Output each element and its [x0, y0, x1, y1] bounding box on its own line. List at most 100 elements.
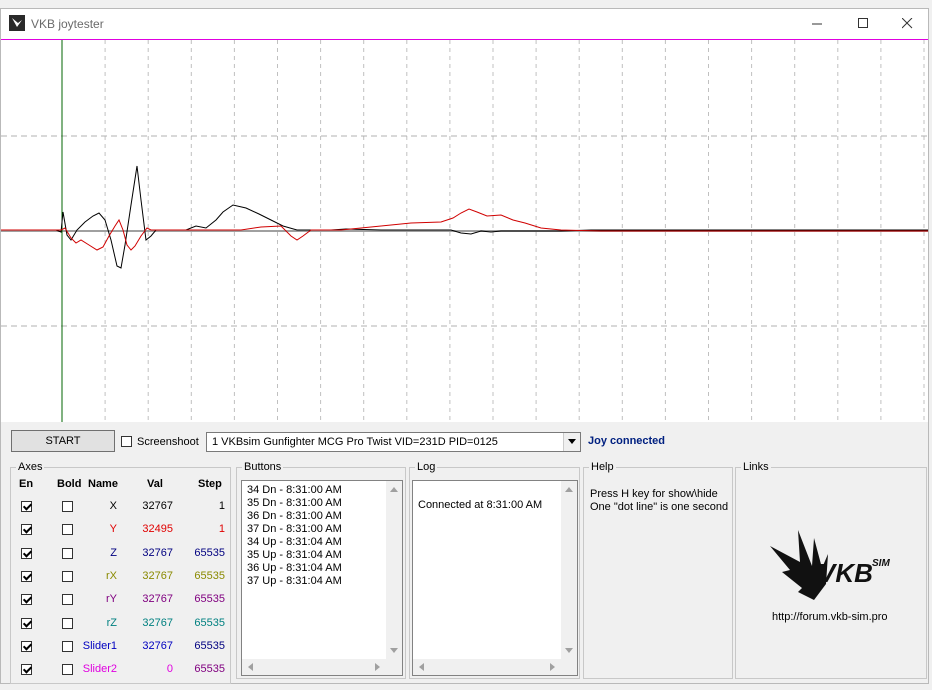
- connection-status: Joy connected: [588, 435, 666, 447]
- axis-row-rz: rZ 32767 65535: [11, 613, 231, 635]
- axis-step: 1: [218, 500, 225, 512]
- buttons-group: Buttons 34 Dn - 8:31:00 AM 35 Dn - 8:31:0…: [236, 461, 406, 679]
- header-step: Step: [198, 478, 222, 490]
- axis-name: Y: [109, 523, 117, 536]
- axis-name: rY: [106, 593, 117, 606]
- close-icon: [902, 18, 913, 29]
- help-line-1: Press H key for show\hide: [590, 488, 718, 500]
- header-name: Name: [88, 478, 118, 490]
- axis-bold-checkbox[interactable]: [62, 664, 73, 676]
- log-group-title: Log: [415, 461, 438, 473]
- buttons-group-title: Buttons: [242, 461, 284, 473]
- axis-enable-checkbox[interactable]: [21, 664, 32, 676]
- window-title: VKB joytester: [31, 17, 104, 31]
- scroll-up-icon[interactable]: [390, 487, 398, 492]
- forum-link[interactable]: http://forum.vkb-sim.pro: [772, 611, 888, 623]
- buttons-list[interactable]: 34 Dn - 8:31:00 AM 35 Dn - 8:31:00 AM 36 D…: [241, 480, 403, 676]
- axis-value: 32767: [142, 639, 173, 652]
- axis-bold-checkbox[interactable]: [62, 617, 73, 629]
- list-item: Connected at 8:31:00 AM: [418, 499, 543, 511]
- app-window: VKB joytester START Screenshoot 1 VKBsim…: [0, 8, 929, 684]
- axis-step: 65535: [194, 639, 225, 652]
- header-val: Val: [147, 478, 163, 490]
- axis-value: 32767: [142, 546, 173, 559]
- axis-bold-checkbox[interactable]: [62, 570, 73, 582]
- axis-name: Slider2: [82, 663, 117, 676]
- log-vscroll[interactable]: [561, 481, 577, 659]
- scroll-right-icon[interactable]: [375, 663, 380, 671]
- list-item: 36 Up - 8:31:04 AM: [247, 562, 342, 574]
- axis-enable-checkbox[interactable]: [21, 524, 32, 536]
- axis-name: rX: [106, 569, 117, 582]
- axis-enable-checkbox[interactable]: [21, 570, 32, 582]
- axis-step: 65535: [194, 616, 225, 629]
- vkb-bird-app-icon: [9, 15, 25, 31]
- screenshot-checkbox[interactable]: [121, 436, 132, 447]
- maximize-button[interactable]: [840, 9, 886, 39]
- axis-value: 32767: [142, 616, 173, 629]
- axis-step: 1: [218, 523, 225, 536]
- list-item: 34 Dn - 8:31:00 AM: [247, 484, 342, 496]
- axis-row-z: Z 32767 65535: [11, 543, 231, 565]
- logo-text: VKB: [818, 558, 873, 588]
- control-panel: START Screenshoot 1 VKBsim Gunfighter MC…: [1, 422, 928, 684]
- axis-row-x: X 32767 1: [11, 496, 231, 518]
- scroll-down-icon[interactable]: [565, 648, 573, 653]
- list-item: 35 Dn - 8:31:00 AM: [247, 497, 342, 509]
- axis-enable-checkbox[interactable]: [21, 617, 32, 629]
- axis-name: Slider1: [82, 639, 117, 652]
- minimize-button[interactable]: [794, 9, 840, 39]
- axis-step: 65535: [194, 569, 225, 582]
- axis-value: 32767: [142, 569, 173, 582]
- scroll-left-icon[interactable]: [419, 663, 424, 671]
- axis-bold-checkbox[interactable]: [62, 501, 73, 512]
- minimize-icon: [812, 23, 822, 25]
- axes-group-title: Axes: [16, 461, 45, 473]
- axis-bold-checkbox[interactable]: [62, 640, 73, 652]
- maximize-icon: [858, 18, 868, 28]
- device-select-value: 1 VKBsim Gunfighter MCG Pro Twist VID=23…: [212, 436, 498, 448]
- close-button[interactable]: [884, 9, 930, 39]
- axes-group: Axes En Bold Name Val Step X 32767 1 Y 32495…: [10, 461, 231, 684]
- help-group-title: Help: [589, 461, 616, 473]
- buttons-hscroll[interactable]: [242, 659, 402, 675]
- axis-bold-checkbox[interactable]: [62, 524, 73, 536]
- axis-enable-checkbox[interactable]: [21, 594, 32, 606]
- header-en: En: [19, 478, 34, 490]
- trace-x: [1, 165, 928, 269]
- axis-bold-checkbox[interactable]: [62, 594, 73, 606]
- axis-value: 32767: [142, 593, 173, 606]
- axis-enable-checkbox[interactable]: [21, 547, 32, 559]
- list-item: 36 Dn - 8:31:00 AM: [247, 510, 342, 522]
- scroll-up-icon[interactable]: [565, 487, 573, 492]
- axis-bold-checkbox[interactable]: [62, 547, 73, 559]
- screenshot-label: Screenshoot: [137, 436, 199, 448]
- list-item: 37 Dn - 8:31:00 AM: [247, 523, 342, 535]
- axis-value: 32495: [142, 523, 173, 536]
- log-hscroll[interactable]: [413, 659, 577, 675]
- buttons-vscroll[interactable]: [386, 481, 402, 659]
- axis-step: 65535: [194, 663, 225, 676]
- axis-value: 0: [166, 663, 173, 676]
- logo-sup: SIM: [872, 558, 890, 569]
- chevron-down-icon[interactable]: [563, 433, 580, 451]
- links-group-title: Links: [741, 461, 771, 473]
- axis-row-ry: rY 32767 65535: [11, 589, 231, 611]
- axis-enable-checkbox[interactable]: [21, 501, 32, 512]
- axis-step: 65535: [194, 593, 225, 606]
- scroll-right-icon[interactable]: [550, 663, 555, 671]
- scroll-left-icon[interactable]: [248, 663, 253, 671]
- header-bold: Bold: [57, 478, 82, 490]
- list-item: 37 Up - 8:31:04 AM: [247, 575, 342, 587]
- axis-row-slider1: Slider1 32767 65535: [11, 636, 231, 658]
- help-line-2: One "dot line" is one second: [590, 501, 729, 513]
- vkb-sim-logo[interactable]: VKB SIM: [768, 528, 898, 608]
- title-bar[interactable]: VKB joytester: [1, 9, 928, 39]
- axis-row-y: Y 32495 1: [11, 519, 231, 541]
- axis-enable-checkbox[interactable]: [21, 640, 32, 652]
- axis-name: Z: [110, 546, 117, 559]
- start-button[interactable]: START: [11, 430, 115, 452]
- log-list[interactable]: Connected at 8:31:00 AM: [412, 480, 578, 676]
- scroll-down-icon[interactable]: [390, 648, 398, 653]
- device-select[interactable]: 1 VKBsim Gunfighter MCG Pro Twist VID=23…: [206, 432, 581, 452]
